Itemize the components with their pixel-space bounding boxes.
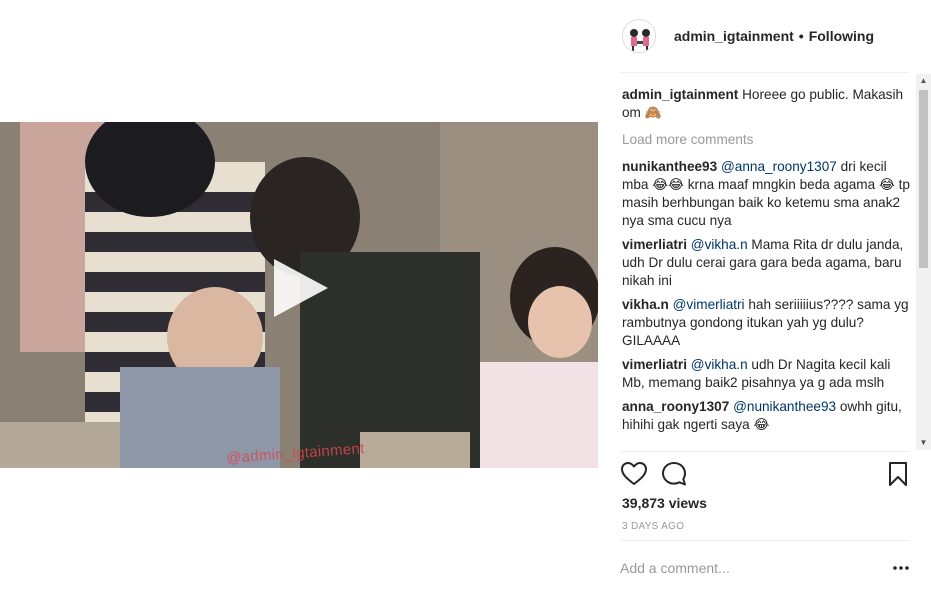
- more-options-icon[interactable]: [892, 560, 910, 576]
- comment-item: nunikanthee93 @anna_roony1307 dri kecil …: [622, 158, 914, 230]
- media-pane: @admin_igtainment: [0, 0, 598, 590]
- comments-divider: [620, 451, 909, 452]
- view-count[interactable]: 39,873 views: [622, 495, 707, 511]
- view-count-number: 39,873: [622, 495, 665, 511]
- comment-username[interactable]: vimerliatri: [622, 237, 687, 252]
- bookmark-icon[interactable]: [884, 460, 912, 488]
- comment-username[interactable]: vimerliatri: [622, 357, 687, 372]
- comment-item: vimerliatri @vikha.n Mama Rita dr dulu j…: [622, 236, 914, 290]
- comments-scrollbar[interactable]: ▲ ▼: [916, 74, 931, 450]
- avatar[interactable]: [622, 19, 656, 53]
- comments-list: admin_igtainment Horeee go public. Makas…: [622, 86, 914, 450]
- heart-icon[interactable]: [620, 460, 648, 488]
- header-divider: [620, 72, 909, 73]
- comment-username[interactable]: anna_roony1307: [622, 399, 729, 414]
- comment-item: vikha.n @vimerliatri hah seriiiiius???? …: [622, 296, 914, 350]
- comment-mention[interactable]: @vikha.n: [691, 357, 748, 372]
- comment-mention[interactable]: @vimerliatri: [673, 297, 745, 312]
- add-comment-input[interactable]: [620, 556, 880, 580]
- footer-divider: [620, 540, 909, 541]
- load-more-comments-button[interactable]: Load more comments: [622, 131, 914, 149]
- scroll-down-arrow-icon[interactable]: ▼: [916, 436, 931, 450]
- caption-username[interactable]: admin_igtainment: [622, 87, 738, 102]
- caption: admin_igtainment Horeee go public. Makas…: [622, 86, 914, 122]
- play-icon[interactable]: [268, 255, 334, 321]
- comment-item: vimerliatri @vikha.n udh Dr Nagita kecil…: [622, 356, 914, 392]
- follow-button[interactable]: Following: [809, 28, 874, 44]
- comment-icon[interactable]: [660, 460, 688, 488]
- comment-username[interactable]: nunikanthee93: [622, 159, 717, 174]
- view-count-label: views: [664, 495, 707, 511]
- post-header: admin_igtainment • Following: [598, 0, 931, 72]
- scrollbar-thumb[interactable]: [919, 90, 928, 268]
- post-timestamp[interactable]: 3 DAYS AGO: [622, 521, 684, 532]
- comment-item: anna_roony1307 @nunikanthee93 owhh gitu,…: [622, 398, 914, 434]
- comment-mention[interactable]: @nunikanthee93: [733, 399, 836, 414]
- post-side-panel: admin_igtainment • Following admin_igtai…: [598, 0, 931, 590]
- comment-mention[interactable]: @anna_roony1307: [721, 159, 837, 174]
- scroll-up-arrow-icon[interactable]: ▲: [916, 74, 931, 88]
- comment-username[interactable]: vikha.n: [622, 297, 669, 312]
- header-separator: •: [798, 28, 804, 44]
- comment-mention[interactable]: @vikha.n: [691, 237, 748, 252]
- post-author-username[interactable]: admin_igtainment: [674, 28, 794, 44]
- action-bar: [620, 460, 912, 488]
